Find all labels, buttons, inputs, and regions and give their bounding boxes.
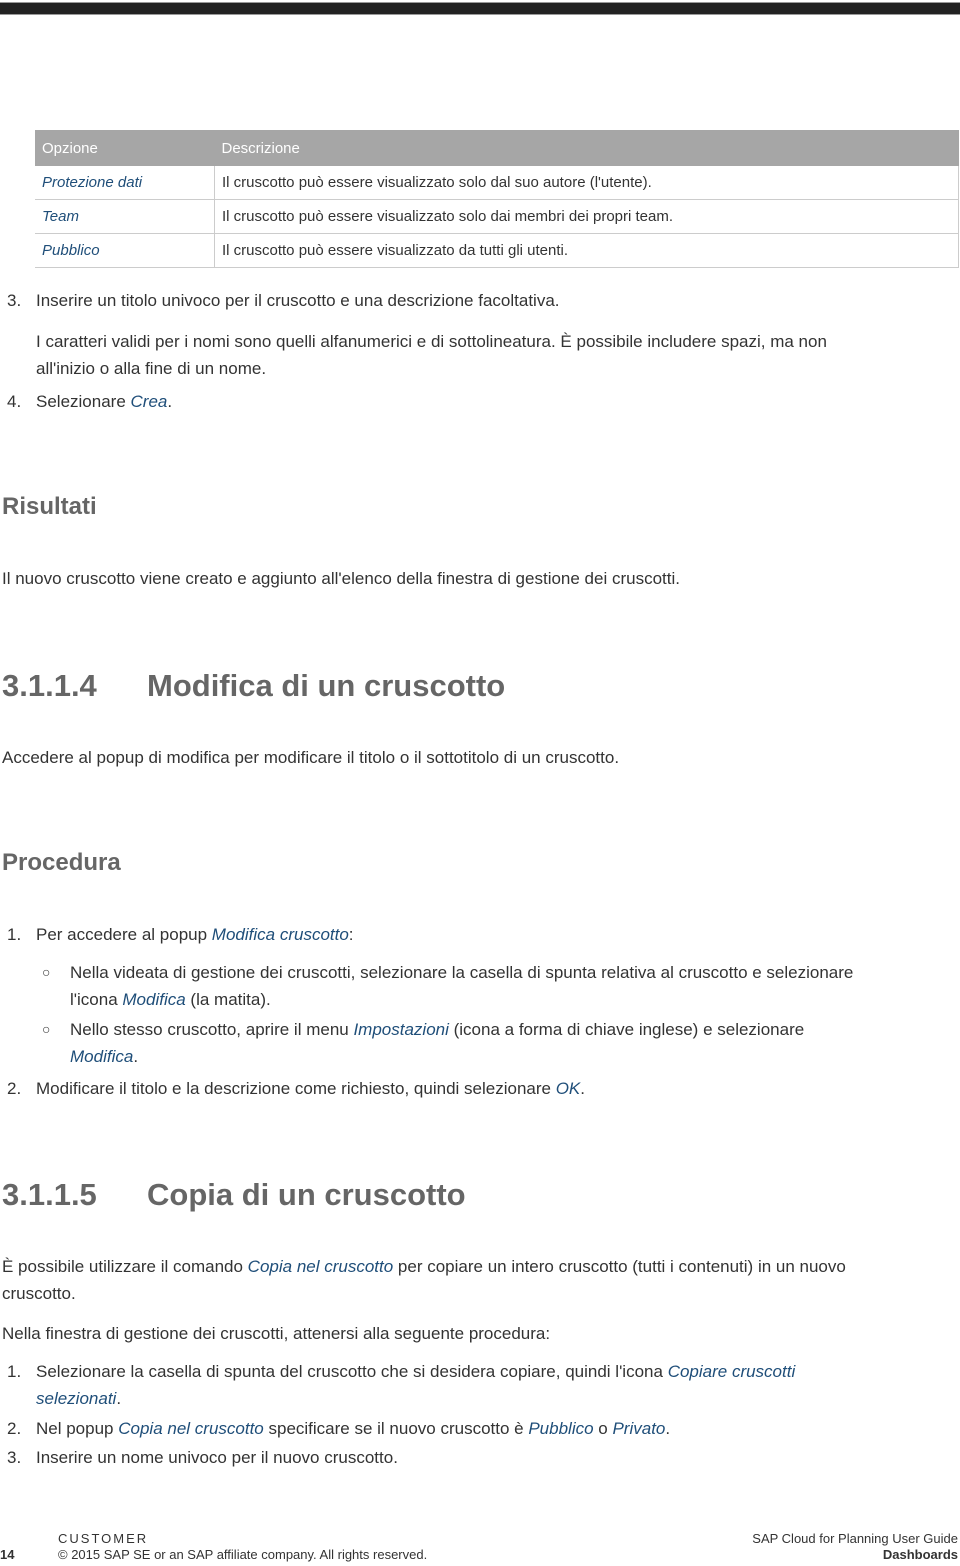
step-number: 2. [7,1079,22,1098]
modifica-cruscotto-link[interactable]: Modifica cruscotto [212,925,349,944]
step-number: 1. [7,925,22,944]
punctuation: . [580,1079,585,1098]
bullet-line: Nella videata di gestione dei cruscotti,… [70,963,854,982]
punctuation: . [116,1389,122,1408]
circle-bullet-icon: ○ [42,964,51,980]
intro-text: per copiare un intero cruscotto (tutti i… [393,1257,846,1276]
modifica-link[interactable]: Modifica [70,1047,133,1066]
impostazioni-link[interactable]: Impostazioni [353,1020,448,1039]
punctuation: . [133,1047,139,1066]
pubblico-link[interactable]: Pubblico [528,1419,593,1438]
chapter-title: Dashboards [882,1547,958,1562]
page-number: 14 [0,1547,15,1562]
step-3-note: I caratteri validi per i nomi sono quell… [36,328,956,382]
section-heading-3-1-1-5: 3.1.1.5 Copia di un cruscotto [2,1177,466,1213]
note-line: I caratteri validi per i nomi sono quell… [36,332,827,351]
step-number: 1. [7,1362,22,1381]
options-table: Opzione Descrizione Protezione dati Il c… [35,130,959,268]
description-cell: Il cruscotto può essere visualizzato da … [214,233,959,268]
intro-text: È possibile utilizzare il comando [2,1257,248,1276]
bullet-text: (la matita). [185,990,271,1009]
step-text: Selezionare la casella di spunta del cru… [36,1362,668,1381]
step-number: 2. [7,1419,22,1438]
step-text: Inserire un titolo univoco per il crusco… [36,291,560,310]
circle-bullet-icon: ○ [42,1021,51,1037]
table-header-row: Opzione Descrizione [35,130,959,166]
table-row: Team Il cruscotto può essere visualizzat… [35,199,959,234]
procedure-heading: Procedura [2,849,121,876]
section-number: 3.1.1.5 [2,1177,97,1212]
step-text: specificare se il nuovo cruscotto è [263,1419,529,1438]
description-cell: Il cruscotto può essere visualizzato sol… [214,166,959,200]
step-number: 3. [7,1448,22,1467]
modifica-link[interactable]: Modifica [122,990,185,1009]
description-cell: Il cruscotto può essere visualizzato sol… [214,199,959,234]
intro-text: cruscotto. [2,1284,76,1303]
step-text: o [593,1419,613,1438]
step-text: Per accedere al popup [36,925,212,944]
section-heading-3-1-1-4: 3.1.1.4 Modifica di un cruscotto [2,668,505,704]
column-header-option: Opzione [35,130,215,166]
punctuation: . [665,1419,671,1438]
step-text: Modificare il titolo e la descrizione co… [36,1079,556,1098]
section-title: Modifica di un cruscotto [147,668,506,703]
procedure-lead: Nella finestra di gestione dei cruscotti… [2,1324,551,1343]
option-cell: Team [35,199,215,234]
copiare-cruscotti-link[interactable]: Copiare cruscotti [668,1362,796,1381]
selezionati-link[interactable]: selezionati [36,1389,116,1408]
step-number: 4. [7,392,22,411]
crea-link[interactable]: Crea [131,392,168,411]
section-intro: Accedere al popup di modifica per modifi… [2,748,620,767]
bullet-text: Nello stesso cruscotto, aprire il menu [70,1020,354,1039]
section-number: 3.1.1.4 [2,668,97,703]
copyright-text: © 2015 SAP SE or an SAP affiliate compan… [58,1547,428,1562]
note-line: all'inizio o alla fine di un nome. [36,359,267,378]
copia-nel-cruscotto-link[interactable]: Copia nel cruscotto [248,1257,394,1276]
copia-nel-cruscotto-link[interactable]: Copia nel cruscotto [118,1419,264,1438]
column-header-description: Descrizione [214,130,959,166]
results-text: Il nuovo cruscotto viene creato e aggiun… [2,569,680,588]
bullet-text: l'icona [70,990,123,1009]
classification-label: CUSTOMER [58,1531,149,1546]
ok-link[interactable]: OK [556,1079,581,1098]
punctuation: : [348,925,354,944]
results-heading: Risultati [2,493,97,520]
privato-link[interactable]: Privato [612,1419,665,1438]
step-text: Selezionare [36,392,131,411]
step-text: Inserire un nome univoco per il nuovo cr… [36,1448,398,1467]
step-number: 3. [7,291,22,310]
viewer-top-bar [0,2,960,15]
table-row: Protezione dati Il cruscotto può essere … [35,166,959,200]
table-row: Pubblico Il cruscotto può essere visuali… [35,233,959,268]
section-title: Copia di un cruscotto [147,1177,466,1212]
option-cell: Pubblico [35,233,215,268]
step-text: Nel popup [36,1419,119,1438]
punctuation: . [167,392,173,411]
bullet-text: (icona a forma di chiave inglese) e sele… [448,1020,805,1039]
option-cell: Protezione dati [35,166,215,200]
section-intro: È possibile utilizzare il comando Copia … [2,1253,960,1307]
guide-title: SAP Cloud for Planning User Guide [752,1531,958,1546]
